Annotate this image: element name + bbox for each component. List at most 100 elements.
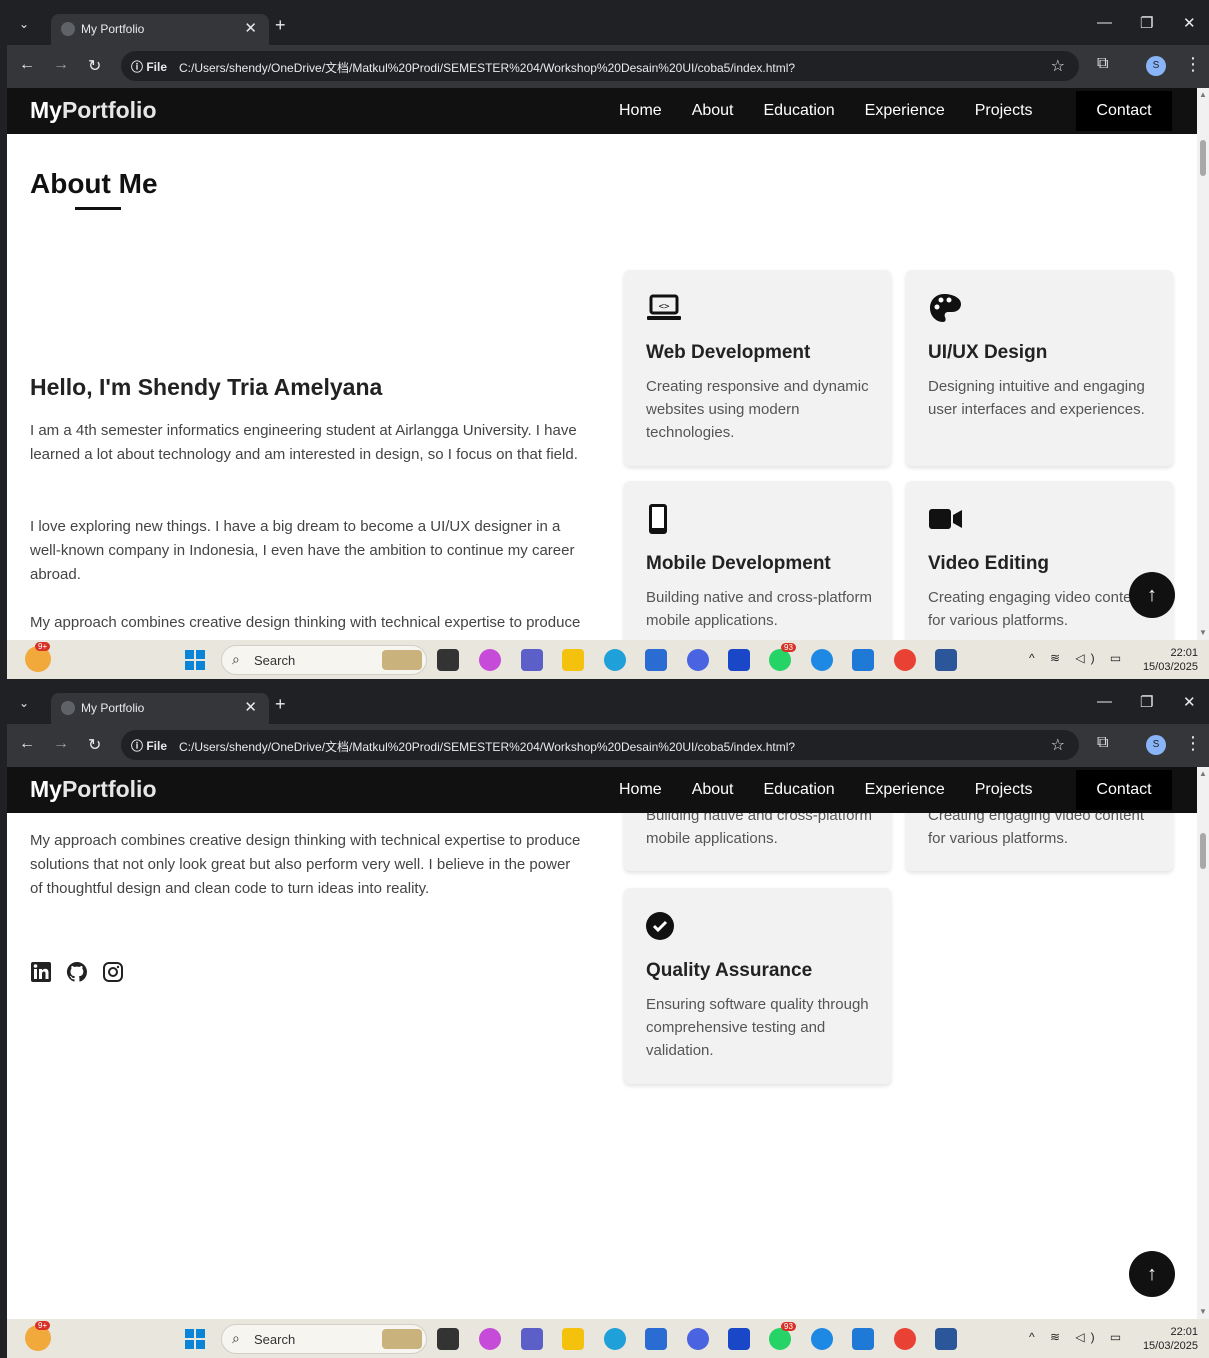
search-label: Search (254, 1332, 296, 1347)
screenshot-top: ⌄ My Portfolio ✕ + — ❐ ✕ ← → ↻ ⓘ File C:… (0, 0, 1209, 679)
nav-contact-button[interactable]: Contact (1076, 770, 1172, 810)
system-tray-icons[interactable]: ^ ≋ ◁) ▭ (1029, 1330, 1127, 1344)
teams-icon[interactable] (521, 1328, 543, 1350)
new-tab-icon[interactable]: + (275, 15, 286, 36)
word-icon[interactable] (935, 649, 957, 671)
nav-experience[interactable]: Experience (865, 781, 945, 799)
app-icon[interactable] (687, 649, 709, 671)
file-explorer-icon[interactable] (562, 649, 584, 671)
close-window-icon[interactable]: ✕ (1183, 693, 1196, 711)
url-text[interactable]: C:/Users/shendy/OneDrive/文档/Matkul%20Pro… (179, 738, 795, 755)
chrome-icon[interactable] (894, 649, 916, 671)
linkedin-icon[interactable] (30, 961, 52, 983)
page-scrollbar[interactable]: ▲ ▼ (1197, 88, 1209, 640)
service-card-qa: Quality Assurance Ensuring software qual… (624, 888, 891, 1084)
store-icon[interactable] (645, 649, 667, 671)
extensions-icon[interactable]: ⧉ (1097, 734, 1108, 752)
tab-strip: ⌄ My Portfolio ✕ + — ❐ ✕ (7, 686, 1209, 724)
close-window-icon[interactable]: ✕ (1183, 14, 1196, 32)
copilot-icon[interactable] (479, 649, 501, 671)
browser-menu-icon[interactable]: ⋮ (1184, 733, 1202, 754)
taskbar-search[interactable]: ⌕ Search (221, 645, 427, 675)
minimize-icon[interactable]: — (1097, 693, 1112, 710)
site-logo[interactable]: MyPortfolio (30, 97, 157, 124)
nav-projects[interactable]: Projects (975, 102, 1033, 120)
task-view-icon[interactable] (437, 649, 459, 671)
whatsapp-icon[interactable]: 93 (769, 643, 796, 671)
close-tab-icon[interactable]: ✕ (244, 698, 257, 716)
weather-widget-icon[interactable]: 9+ (25, 642, 51, 672)
back-icon[interactable]: ← (19, 56, 35, 74)
video-icon (929, 509, 962, 529)
tab-search-chevron-icon[interactable]: ⌄ (19, 696, 29, 710)
vscode-icon[interactable] (852, 649, 874, 671)
lms-icon[interactable] (728, 1328, 750, 1350)
page-scrollbar[interactable]: ▲ ▼ (1197, 767, 1209, 1319)
nav-education[interactable]: Education (764, 102, 835, 120)
system-tray-icons[interactable]: ^ ≋ ◁) ▭ (1029, 651, 1127, 665)
lms-icon[interactable] (728, 649, 750, 671)
forward-icon[interactable]: → (53, 735, 69, 753)
profile-avatar[interactable]: S (1146, 56, 1166, 76)
store-icon[interactable] (645, 1328, 667, 1350)
new-tab-icon[interactable]: + (275, 694, 286, 715)
bookmark-star-icon[interactable]: ☆ (1051, 735, 1065, 755)
browser-tab[interactable]: My Portfolio ✕ (51, 693, 269, 724)
url-text[interactable]: C:/Users/shendy/OneDrive/文档/Matkul%20Pro… (179, 59, 795, 76)
back-icon[interactable]: ← (19, 735, 35, 753)
edge-icon[interactable] (604, 649, 626, 671)
taskbar-search[interactable]: ⌕ Search (221, 1324, 427, 1354)
app-icon-2[interactable] (811, 1328, 833, 1350)
windows-start-icon[interactable] (185, 1329, 205, 1349)
scroll-to-top-button[interactable]: ↑ (1129, 1251, 1175, 1297)
taskbar-clock[interactable]: 22:01 15/03/2025 (1132, 1325, 1198, 1353)
vscode-icon[interactable] (852, 1328, 874, 1350)
browser-menu-icon[interactable]: ⋮ (1184, 54, 1202, 75)
nav-about[interactable]: About (692, 102, 734, 120)
site-info-icon[interactable]: ⓘ File (131, 58, 167, 75)
check-circle-icon (646, 912, 674, 940)
address-bar[interactable]: ⓘ File C:/Users/shendy/OneDrive/文档/Matku… (121, 730, 1079, 760)
bookmark-star-icon[interactable]: ☆ (1051, 56, 1065, 76)
site-navbar: MyPortfolio Home About Education Experie… (7, 88, 1197, 134)
reload-icon[interactable]: ↻ (88, 735, 101, 755)
close-tab-icon[interactable]: ✕ (244, 19, 257, 37)
reload-icon[interactable]: ↻ (88, 56, 101, 76)
card-description: Ensuring software quality through compre… (646, 996, 869, 1059)
minimize-icon[interactable]: — (1097, 14, 1112, 31)
nav-home[interactable]: Home (619, 781, 662, 799)
nav-about[interactable]: About (692, 781, 734, 799)
restore-icon[interactable]: ❐ (1140, 14, 1153, 32)
nav-education[interactable]: Education (764, 781, 835, 799)
whatsapp-icon[interactable]: 93 (769, 1322, 796, 1350)
extensions-icon[interactable]: ⧉ (1097, 55, 1108, 73)
teams-icon[interactable] (521, 649, 543, 671)
nav-home[interactable]: Home (619, 102, 662, 120)
scroll-to-top-button[interactable]: ↑ (1129, 572, 1175, 618)
github-icon[interactable] (66, 961, 88, 983)
copilot-icon[interactable] (479, 1328, 501, 1350)
file-explorer-icon[interactable] (562, 1328, 584, 1350)
profile-avatar[interactable]: S (1146, 735, 1166, 755)
task-view-icon[interactable] (437, 1328, 459, 1350)
nav-experience[interactable]: Experience (865, 102, 945, 120)
weather-widget-icon[interactable]: 9+ (25, 1321, 51, 1351)
taskbar-clock[interactable]: 22:01 15/03/2025 (1132, 646, 1198, 674)
nav-projects[interactable]: Projects (975, 781, 1033, 799)
chrome-icon[interactable] (894, 1328, 916, 1350)
address-bar[interactable]: ⓘ File C:/Users/shendy/OneDrive/文档/Matku… (121, 51, 1079, 81)
nav-links: Home About Education Experience Projects (607, 88, 1063, 134)
tab-search-chevron-icon[interactable]: ⌄ (19, 17, 29, 31)
app-icon[interactable] (687, 1328, 709, 1350)
instagram-icon[interactable] (102, 961, 124, 983)
app-icon-2[interactable] (811, 649, 833, 671)
site-logo[interactable]: MyPortfolio (30, 776, 157, 803)
site-info-icon[interactable]: ⓘ File (131, 737, 167, 754)
restore-icon[interactable]: ❐ (1140, 693, 1153, 711)
browser-tab[interactable]: My Portfolio ✕ (51, 14, 269, 45)
forward-icon[interactable]: → (53, 56, 69, 74)
windows-start-icon[interactable] (185, 650, 205, 670)
nav-contact-button[interactable]: Contact (1076, 91, 1172, 131)
edge-icon[interactable] (604, 1328, 626, 1350)
word-icon[interactable] (935, 1328, 957, 1350)
